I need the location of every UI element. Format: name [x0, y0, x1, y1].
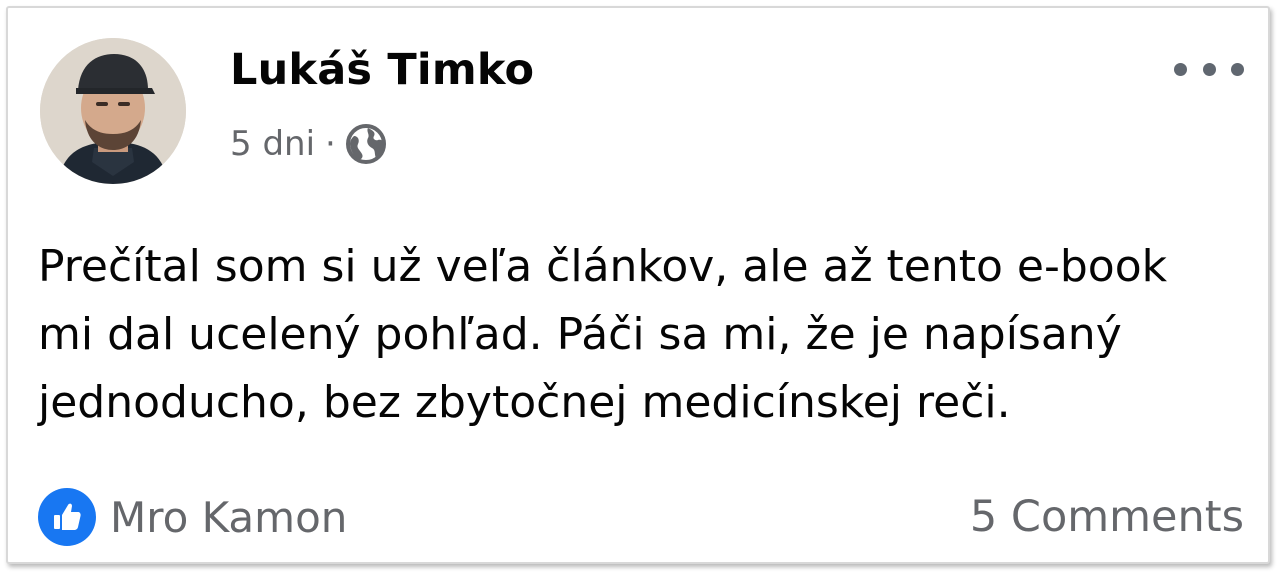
dot [1174, 62, 1187, 76]
post-time[interactable]: 5 dni [230, 124, 315, 164]
author-name[interactable]: Lukáš Timko [230, 45, 534, 95]
meta-separator: · [325, 124, 336, 164]
avatar-photo [40, 38, 186, 184]
globe-icon [344, 122, 388, 166]
comments-count-link[interactable]: 5 Comments [970, 486, 1244, 548]
more-options-icon[interactable] [1174, 54, 1244, 84]
post-text-line: Prečítal som si už veľa článkov, ale až … [38, 241, 1168, 292]
post-text-line: mi dal ucelený pohľad. Páči sa mi, že je… [38, 309, 1122, 360]
dot [1231, 62, 1244, 76]
post-card: Lukáš Timko 5 dni · Prečítal som si už v… [6, 6, 1270, 564]
author-avatar[interactable] [40, 38, 186, 184]
post-meta: 5 dni · [230, 122, 388, 166]
post-text-line: jednoducho, bez zbytočnej medicínskej re… [38, 377, 1011, 428]
dot [1202, 62, 1216, 76]
reactions-summary[interactable]: Mro Kamon [38, 486, 347, 548]
reactor-name[interactable]: Mro Kamon [110, 493, 347, 542]
post-text: Prečítal som si už veľa článkov, ale až … [38, 233, 1248, 437]
like-icon [38, 488, 96, 546]
